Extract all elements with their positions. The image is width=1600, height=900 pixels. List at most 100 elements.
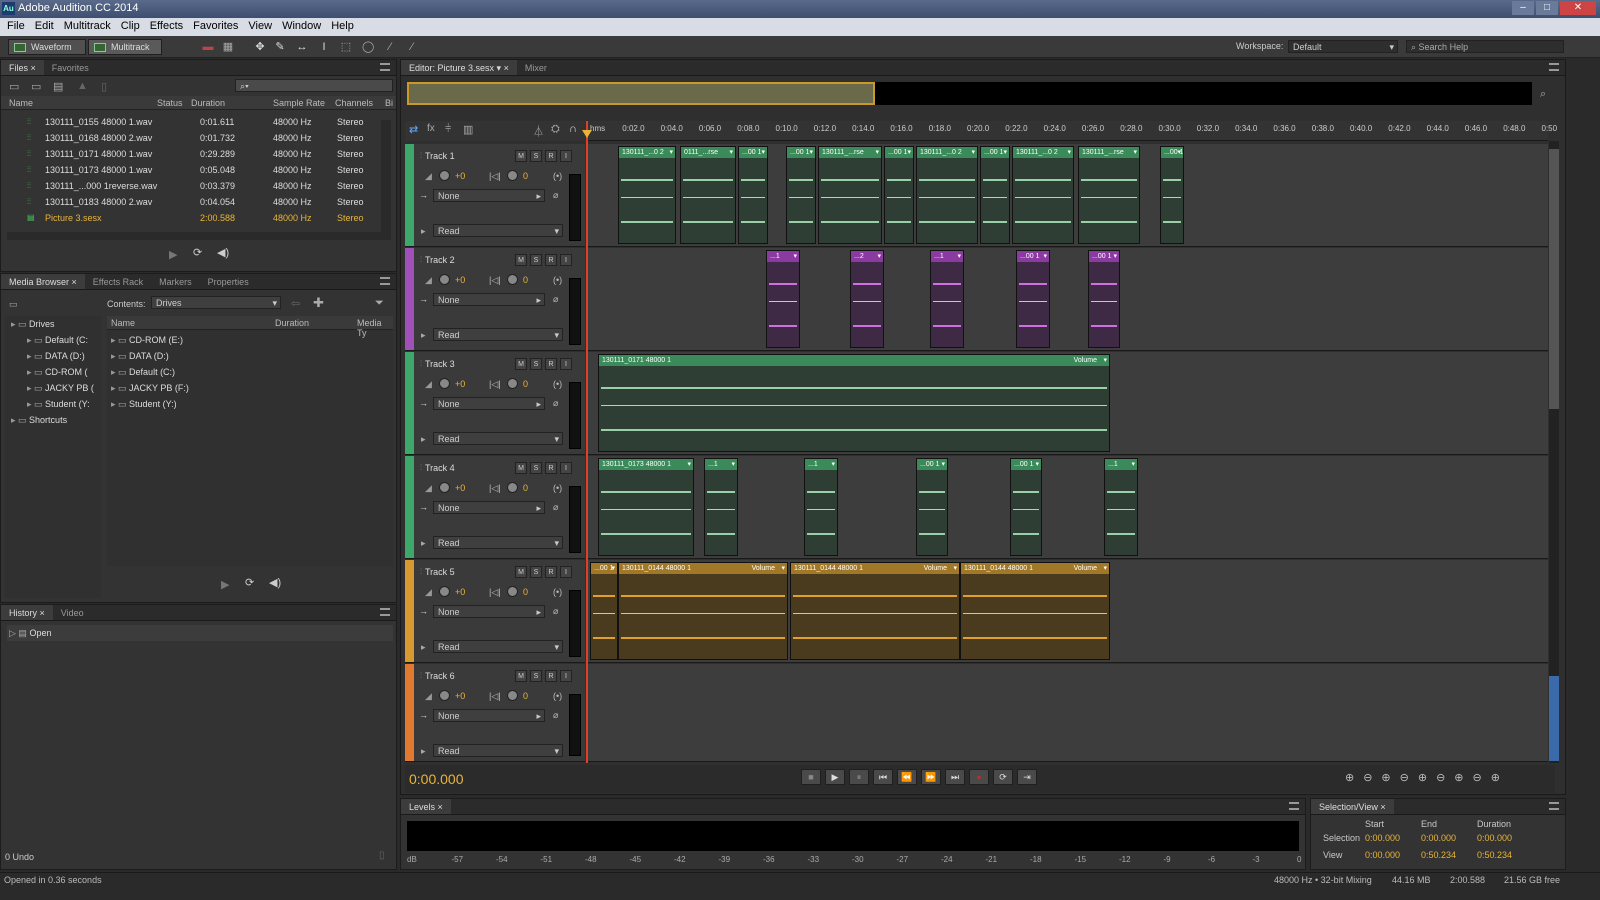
col-name[interactable]: Name [9, 98, 33, 108]
volume-envelope[interactable] [1019, 301, 1047, 302]
clip-header[interactable]: ...1 ▾ [767, 251, 799, 262]
pan-value[interactable]: 0 [523, 483, 528, 493]
clip-header[interactable]: ...00 1 ▾ [1161, 147, 1183, 158]
pan-value[interactable]: 0 [523, 171, 528, 181]
volume-value[interactable]: +0 [455, 379, 465, 389]
brush-tool-icon[interactable]: ⁄ [384, 41, 396, 53]
track-lane[interactable] [588, 664, 1548, 762]
track-lane[interactable]: ...00 1 ▾ 130111_0144 48000 1 Volume ▾ 130111… [588, 560, 1548, 663]
selection-end[interactable]: 0:00.000 [1421, 833, 1456, 843]
move-tool-icon[interactable]: ✥ [254, 41, 266, 53]
expand-icon[interactable]: ▸ [111, 367, 118, 377]
fx-icon[interactable]: fx [427, 123, 435, 134]
volume-envelope[interactable] [769, 301, 797, 302]
output-icon[interactable]: ⌀ [553, 606, 558, 617]
phase-icon[interactable]: (•) [553, 691, 562, 701]
track-name[interactable]: Track 2 [425, 255, 455, 265]
menu-window[interactable]: Window [279, 18, 328, 36]
track-header[interactable]: ⫶ Track 6 M S R I ◢ +0 |◁| 0 (•) → None ▸ ⌀ ▸ Read ▾ [405, 664, 585, 762]
clip-header[interactable]: ...00 1 ▾ [1011, 459, 1041, 470]
expand-icon[interactable]: ▸ [11, 415, 18, 425]
solo-button[interactable]: S [530, 670, 542, 682]
maximize-button[interactable]: □ [1536, 1, 1558, 15]
panel-menu-icon[interactable] [1549, 63, 1559, 71]
expand-icon[interactable]: ▸ [421, 642, 426, 653]
clip-header[interactable]: ...00 1 ▾ [885, 147, 913, 158]
col-bits[interactable]: Bi [385, 98, 393, 108]
monitor-button[interactable]: I [560, 566, 572, 578]
minimize-button[interactable]: – [1512, 1, 1534, 15]
volume-knob[interactable] [439, 586, 450, 597]
mute-button[interactable]: M [515, 254, 527, 266]
loop-button[interactable]: ⟳ [993, 769, 1013, 785]
clip-header[interactable]: 130111_...0 2 ▾ [1013, 147, 1073, 158]
tab-levels[interactable]: Levels × [401, 799, 451, 814]
volume-envelope[interactable] [821, 197, 879, 198]
tree-item[interactable]: ▸ ▭ Shortcuts [5, 412, 101, 428]
volume-envelope[interactable] [919, 509, 945, 510]
zoom-icon[interactable]: ⌕ [1540, 88, 1546, 101]
selection-duration[interactable]: 0:00.000 [1477, 833, 1512, 843]
pan-value[interactable]: 0 [523, 587, 528, 597]
go-to-end-button[interactable]: ⏭ [945, 769, 965, 785]
clip-header[interactable]: ...00 1 ▾ [591, 563, 617, 574]
clip-header[interactable]: ...00 1 ▾ [1089, 251, 1119, 262]
spectral-icon[interactable]: ▦ [222, 41, 234, 53]
volume-envelope[interactable] [601, 405, 1107, 406]
pan-value[interactable]: 0 [523, 275, 528, 285]
arm-button[interactable]: R [545, 566, 557, 578]
contents-select[interactable]: Drives ▾ [151, 296, 281, 309]
automation-mode-select[interactable]: Read ▾ [433, 536, 563, 549]
audio-clip[interactable]: 130111_...0 2 ▾ [1012, 146, 1074, 244]
expand-icon[interactable]: ▸ [27, 367, 34, 377]
clip-header[interactable]: ...1 ▾ [705, 459, 737, 470]
volume-envelope[interactable] [919, 197, 975, 198]
expand-icon[interactable]: ▸ [111, 335, 118, 345]
track-name[interactable]: Track 3 [425, 359, 455, 369]
audio-clip[interactable]: 130111_...0 2 ▾ [916, 146, 978, 244]
track-header[interactable]: ⫶ Track 1 M S R I ◢ +0 |◁| 0 (•) → None ▸ ⌀ ▸ Read ▾ [405, 144, 585, 247]
volume-envelope[interactable] [601, 509, 691, 510]
solo-button[interactable]: S [530, 254, 542, 266]
back-icon[interactable]: ⇦ [291, 297, 300, 310]
tree-item[interactable]: ▸ ▭ JACKY PB ( [5, 380, 101, 396]
audio-clip[interactable]: ...2 ▾ [850, 250, 884, 348]
clip-header[interactable]: 130111_0171 48000 1 Volume ▾ [599, 355, 1109, 366]
automation-mode-select[interactable]: Read ▾ [433, 224, 563, 237]
expand-icon[interactable]: ▸ [421, 434, 426, 445]
panel-menu-icon[interactable] [380, 277, 390, 285]
selection-start[interactable]: 0:00.000 [1365, 833, 1400, 843]
razor-tool-icon[interactable]: ✎ [274, 41, 286, 53]
phase-icon[interactable]: (•) [553, 483, 562, 493]
volume-value[interactable]: +0 [455, 483, 465, 493]
tab-selection-view[interactable]: Selection/View × [1311, 799, 1394, 814]
audio-clip[interactable]: 130111_0144 48000 1 Volume ▾ [960, 562, 1110, 660]
solo-button[interactable]: S [530, 462, 542, 474]
menu-view[interactable]: View [245, 18, 279, 36]
expand-icon[interactable]: ▸ [11, 319, 18, 329]
clip-header[interactable]: 130111_0144 48000 1 Volume ▾ [961, 563, 1109, 574]
arm-button[interactable]: R [545, 254, 557, 266]
clip-header[interactable]: ...1 ▾ [1105, 459, 1137, 470]
new-file-icon[interactable]: ▤ [53, 80, 63, 93]
volume-envelope[interactable] [1015, 197, 1071, 198]
clip-volume-label[interactable]: Volume [924, 563, 947, 574]
media-item[interactable]: ▸ ▭ Default (C:) [107, 364, 393, 380]
audio-clip[interactable]: ...00 1 ▾ [738, 146, 768, 244]
audio-clip[interactable]: ...1 ▾ [804, 458, 838, 556]
volume-knob[interactable] [439, 482, 450, 493]
mute-button[interactable]: M [515, 462, 527, 474]
files-hscroll[interactable] [7, 232, 381, 240]
input-select[interactable]: None ▸ [433, 293, 545, 306]
skip-selection-button[interactable]: ⇥ [1017, 769, 1037, 785]
clip-volume-label[interactable]: Volume [1074, 355, 1097, 366]
panel-menu-icon[interactable] [380, 63, 390, 71]
menu-edit[interactable]: Edit [32, 18, 61, 36]
solo-button[interactable]: S [530, 358, 542, 370]
clip-header[interactable]: 130111_...0 2 ▾ [917, 147, 977, 158]
audio-clip[interactable]: ...00 1 ▾ [1016, 250, 1050, 348]
tree-item[interactable]: ▸ ▭ Drives [5, 316, 101, 332]
audio-clip[interactable]: 130111_0173 48000 1 ▾ [598, 458, 694, 556]
magnet-icon[interactable]: ∩ [569, 123, 577, 135]
track-name[interactable]: Track 1 [425, 151, 455, 161]
